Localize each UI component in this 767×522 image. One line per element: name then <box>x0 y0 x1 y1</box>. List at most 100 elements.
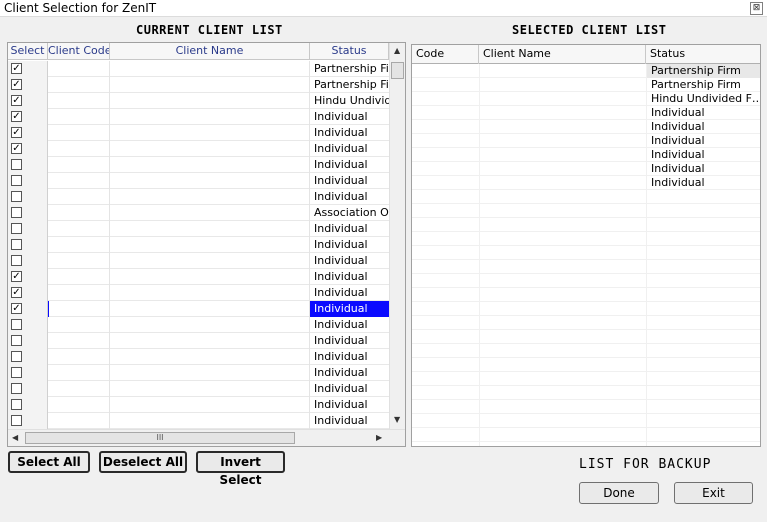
table-row[interactable]: Individual <box>412 106 760 120</box>
table-row[interactable]: Partnership Firm <box>412 64 760 78</box>
client-name-cell[interactable] <box>110 301 310 317</box>
scroll-right-icon[interactable]: ▶ <box>376 433 382 442</box>
client-code-cell[interactable] <box>48 109 110 125</box>
status-cell[interactable]: Partnership Firm <box>310 61 389 77</box>
client-name-cell[interactable] <box>110 77 310 93</box>
status-cell[interactable]: Individual <box>310 109 389 125</box>
client-code-cell[interactable] <box>48 189 110 205</box>
client-name-cell[interactable] <box>110 61 310 77</box>
row-checkbox[interactable] <box>11 175 22 186</box>
client-code-cell[interactable] <box>48 157 110 173</box>
table-row[interactable]: Individual <box>8 381 389 397</box>
table-row[interactable]: Individual <box>8 333 389 349</box>
client-name-cell[interactable] <box>110 141 310 157</box>
row-checkbox[interactable]: ✓ <box>11 271 22 282</box>
status-cell[interactable]: Partnership Firm <box>310 77 389 93</box>
status-cell[interactable]: Partnership Firm <box>647 64 760 78</box>
client-name-cell[interactable] <box>110 317 310 333</box>
status-cell[interactable]: Individual <box>647 162 760 176</box>
status-cell[interactable]: Individual <box>310 381 389 397</box>
table-row[interactable]: ✓ Individual <box>8 125 389 141</box>
table-row[interactable]: Individual <box>8 317 389 333</box>
status-cell[interactable]: Individual <box>310 253 389 269</box>
client-code-cell[interactable] <box>48 365 110 381</box>
table-row[interactable]: ✓ Individual <box>8 141 389 157</box>
status-cell[interactable]: Individual <box>310 189 389 205</box>
status-cell[interactable]: Individual <box>310 333 389 349</box>
status-cell[interactable]: Individual <box>647 106 760 120</box>
row-checkbox[interactable] <box>11 191 22 202</box>
client-code-cell[interactable] <box>48 397 110 413</box>
client-name-cell[interactable] <box>110 269 310 285</box>
table-row[interactable]: Individual <box>8 253 389 269</box>
client-name-cell[interactable] <box>110 93 310 109</box>
client-code-cell[interactable] <box>48 253 110 269</box>
select-all-button[interactable]: Select All <box>8 451 90 473</box>
table-row[interactable]: ✓ Individual <box>8 269 389 285</box>
current-client-grid[interactable]: Select Client Code Client Name Status ✓ P… <box>7 42 406 447</box>
client-name-cell[interactable] <box>110 365 310 381</box>
scroll-up-icon[interactable]: ▲ <box>394 46 400 55</box>
row-checkbox[interactable] <box>11 239 22 250</box>
status-cell[interactable]: Individual <box>310 125 389 141</box>
client-code-cell[interactable] <box>48 205 110 221</box>
client-code-cell[interactable] <box>48 381 110 397</box>
status-cell[interactable]: Individual <box>310 365 389 381</box>
scroll-down-icon[interactable]: ▼ <box>394 415 400 424</box>
row-checkbox[interactable] <box>11 383 22 394</box>
table-row[interactable]: ✓ Individual <box>8 285 389 301</box>
row-checkbox[interactable] <box>11 319 22 330</box>
status-cell[interactable]: Individual <box>310 221 389 237</box>
status-cell[interactable]: Association Of P <box>310 205 389 221</box>
row-checkbox[interactable] <box>11 223 22 234</box>
row-checkbox[interactable]: ✓ <box>11 79 22 90</box>
row-checkbox[interactable] <box>11 415 22 426</box>
table-row[interactable]: Individual <box>8 365 389 381</box>
row-checkbox[interactable]: ✓ <box>11 95 22 106</box>
client-code-cell[interactable] <box>48 317 110 333</box>
horizontal-scroll-thumb[interactable]: III <box>25 432 295 444</box>
table-row[interactable]: Individual <box>412 120 760 134</box>
status-cell[interactable]: Individual <box>310 397 389 413</box>
row-checkbox[interactable]: ✓ <box>11 287 22 298</box>
table-row[interactable]: Hindu Undivided F… <box>412 92 760 106</box>
column-header-client-name[interactable]: Client Name <box>110 43 310 60</box>
row-checkbox[interactable]: ✓ <box>11 127 22 138</box>
table-row[interactable]: Individual <box>412 134 760 148</box>
table-row[interactable]: Individual <box>412 162 760 176</box>
table-row[interactable]: Individual <box>8 157 389 173</box>
client-name-cell[interactable] <box>110 413 310 429</box>
table-row[interactable]: Individual <box>8 189 389 205</box>
table-row[interactable]: Association Of P <box>8 205 389 221</box>
table-row[interactable]: Individual <box>8 397 389 413</box>
horizontal-scrollbar[interactable]: ◀ III ▶ <box>8 429 405 446</box>
table-row[interactable]: Individual <box>8 413 389 429</box>
status-cell[interactable]: Individual <box>647 148 760 162</box>
invert-select-button[interactable]: Invert Select <box>196 451 285 487</box>
status-cell[interactable]: Individual <box>310 237 389 253</box>
table-row[interactable]: ✓ Individual <box>8 109 389 125</box>
status-cell[interactable]: Individual <box>647 134 760 148</box>
exit-button[interactable]: Exit <box>674 482 753 504</box>
status-cell[interactable]: Individual <box>310 317 389 333</box>
client-code-cell[interactable] <box>48 221 110 237</box>
row-checkbox[interactable] <box>11 335 22 346</box>
status-cell[interactable]: Individual <box>310 141 389 157</box>
status-cell[interactable]: Individual <box>310 285 389 301</box>
column-header-client-code[interactable]: Client Code <box>48 43 110 60</box>
row-checkbox[interactable] <box>11 399 22 410</box>
deselect-all-button[interactable]: Deselect All <box>99 451 187 473</box>
status-cell[interactable]: Hindu Undivided <box>310 93 389 109</box>
client-name-cell[interactable] <box>110 205 310 221</box>
column-header-status[interactable]: Status <box>310 43 389 60</box>
table-row[interactable]: Individual <box>8 237 389 253</box>
table-row[interactable]: Individual <box>412 148 760 162</box>
table-row[interactable]: Individual <box>8 221 389 237</box>
column-header-client-name[interactable]: Client Name <box>479 45 646 64</box>
client-code-cell[interactable] <box>48 93 110 109</box>
status-cell[interactable]: Individual <box>647 120 760 134</box>
client-code-cell[interactable] <box>48 173 110 189</box>
client-name-cell[interactable] <box>110 157 310 173</box>
client-code-cell[interactable] <box>48 125 110 141</box>
row-checkbox[interactable] <box>11 159 22 170</box>
